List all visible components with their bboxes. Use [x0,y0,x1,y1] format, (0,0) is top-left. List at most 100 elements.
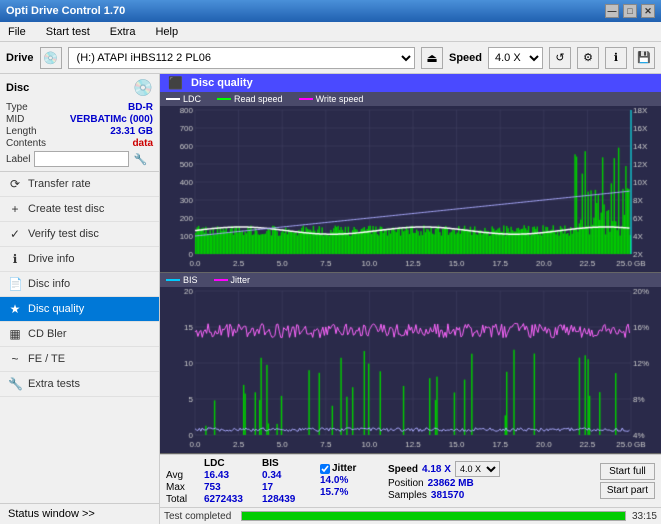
legend-write-label: Write speed [316,94,364,104]
disc-quality-header: ⬛ Disc quality [160,74,661,92]
drive-select[interactable]: (H:) ATAPI iHBS112 2 PL06 [68,47,415,69]
chart2-canvas [160,287,661,453]
disc-quality-title: Disc quality [191,77,253,89]
start-full-button[interactable]: Start full [600,463,655,480]
stats-max-label: Max [166,482,196,493]
stats-speed-value: 4.18 X [422,464,451,475]
stats-labels-col: Avg Max Total [166,457,196,505]
nav-disc-quality[interactable]: ★ Disc quality [0,297,159,322]
drive-icon: 💿 [40,47,62,69]
stats-ldc-col: LDC 16.43 753 6272433 [204,458,254,505]
disc-label-row: Label 🔧 [6,151,153,167]
progress-bar-inner [242,512,625,520]
stats-jitter-header: Jitter [332,463,356,474]
menu-help[interactable]: Help [151,25,182,39]
stats-avg-jitter: 14.0% [320,475,380,486]
status-window-label: Status window >> [8,508,95,520]
nav-create-test-disc[interactable]: + Create test disc [0,197,159,222]
nav-fe-te[interactable]: ~ FE / TE [0,347,159,372]
progress-bar-row: Test completed 33:15 [160,507,661,524]
nav-fe-te-label: FE / TE [28,353,65,365]
disc-panel-header: Disc 💿 [6,78,153,98]
title-bar-buttons[interactable]: — □ ✕ [605,4,655,18]
nav-drive-info-label: Drive info [28,253,74,265]
chart1-wrapper: LDC Read speed Write speed [160,92,661,273]
legend-jitter-icon: Jitter [214,275,251,285]
disc-type-value: BD-R [128,102,153,113]
start-part-button[interactable]: Start part [600,482,655,499]
stats-ldc-header: LDC [204,458,254,469]
status-window-button[interactable]: Status window >> [0,503,159,524]
info-button[interactable]: ℹ [605,47,627,69]
menu-extra[interactable]: Extra [106,25,140,39]
label-edit-icon[interactable]: 🔧 [133,153,147,166]
progress-time: 33:15 [632,511,657,522]
nav-drive-info[interactable]: ℹ Drive info [0,247,159,272]
disc-mid-label: MID [6,114,24,125]
legend-jitter-label: Jitter [231,275,251,285]
stats-avg-bis: 0.34 [262,470,312,481]
speed-select[interactable]: 4.0 X [488,47,543,69]
nav-disc-quality-label: Disc quality [28,303,84,315]
nav-items: ⟳ Transfer rate + Create test disc ✓ Ver… [0,172,159,503]
nav-extra-tests[interactable]: 🔧 Extra tests [0,372,159,397]
disc-length-row: Length 23.31 GB [6,126,153,137]
nav-disc-info-label: Disc info [28,278,70,290]
stats-max-bis: 17 [262,482,312,493]
stats-total-bis: 128439 [262,494,312,505]
settings-button[interactable]: ⚙ [577,47,599,69]
chart2-wrapper: BIS Jitter [160,273,661,454]
stats-bar: Avg Max Total LDC 16.43 753 6272433 BIS … [160,454,661,507]
fe-te-icon: ~ [8,352,22,366]
disc-length-value: 23.31 GB [110,126,153,137]
create-test-disc-icon: + [8,202,22,216]
stats-samples-value: 381570 [431,490,464,501]
disc-label-input[interactable] [34,151,129,167]
legend-ldc-label: LDC [183,94,201,104]
stats-speed-header: Speed [388,464,418,475]
stats-max-ldc: 753 [204,482,254,493]
disc-length-label: Length [6,126,37,137]
content-area: ⬛ Disc quality LDC Read speed Write spee… [160,74,661,524]
transfer-rate-icon: ⟳ [8,177,22,191]
menu-file[interactable]: File [4,25,30,39]
legend-read-icon: Read speed [217,94,283,104]
nav-verify-test-disc[interactable]: ✓ Verify test disc [0,222,159,247]
charts-area: LDC Read speed Write speed BIS Jitter [160,92,661,454]
nav-extra-tests-label: Extra tests [28,378,80,390]
extra-tests-icon: 🔧 [8,377,22,391]
legend-bis-icon: BIS [166,275,198,285]
verify-test-disc-icon: ✓ [8,227,22,241]
save-button[interactable]: 💾 [633,47,655,69]
disc-type-row: Type BD-R [6,102,153,113]
sidebar: Disc 💿 Type BD-R MID VERBATIMc (000) Len… [0,74,160,524]
stats-max-jitter: 15.7% [320,487,380,498]
stats-total-ldc: 6272433 [204,494,254,505]
stats-speed-select[interactable]: 4.0 X [455,461,500,477]
menu-start-test[interactable]: Start test [42,25,94,39]
nav-verify-test-disc-label: Verify test disc [28,228,99,240]
nav-cd-bler[interactable]: ▦ CD Bler [0,322,159,347]
refresh-button[interactable]: ↺ [549,47,571,69]
eject-button[interactable]: ⏏ [421,47,443,69]
disc-contents-value: data [132,138,153,149]
progress-bar-outer [241,511,626,521]
stats-position-header: Position [388,478,424,489]
legend-ldc-icon: LDC [166,94,201,104]
app-title: Opti Drive Control 1.70 [6,5,125,17]
nav-transfer-rate[interactable]: ⟳ Transfer rate [0,172,159,197]
chart1-canvas [160,106,661,272]
maximize-button[interactable]: □ [623,4,637,18]
disc-quality-header-icon: ⬛ [168,76,183,90]
stats-bis-col: BIS 0.34 17 128439 [262,458,312,505]
close-button[interactable]: ✕ [641,4,655,18]
disc-contents-row: Contents data [6,138,153,149]
minimize-button[interactable]: — [605,4,619,18]
nav-disc-info[interactable]: 📄 Disc info [0,272,159,297]
disc-info-icon: 📄 [8,277,22,291]
jitter-checkbox[interactable] [320,464,330,474]
legend-bis-label: BIS [183,275,198,285]
nav-cd-bler-label: CD Bler [28,328,67,340]
disc-icon: 💿 [133,78,153,98]
stats-total-label: Total [166,494,196,505]
